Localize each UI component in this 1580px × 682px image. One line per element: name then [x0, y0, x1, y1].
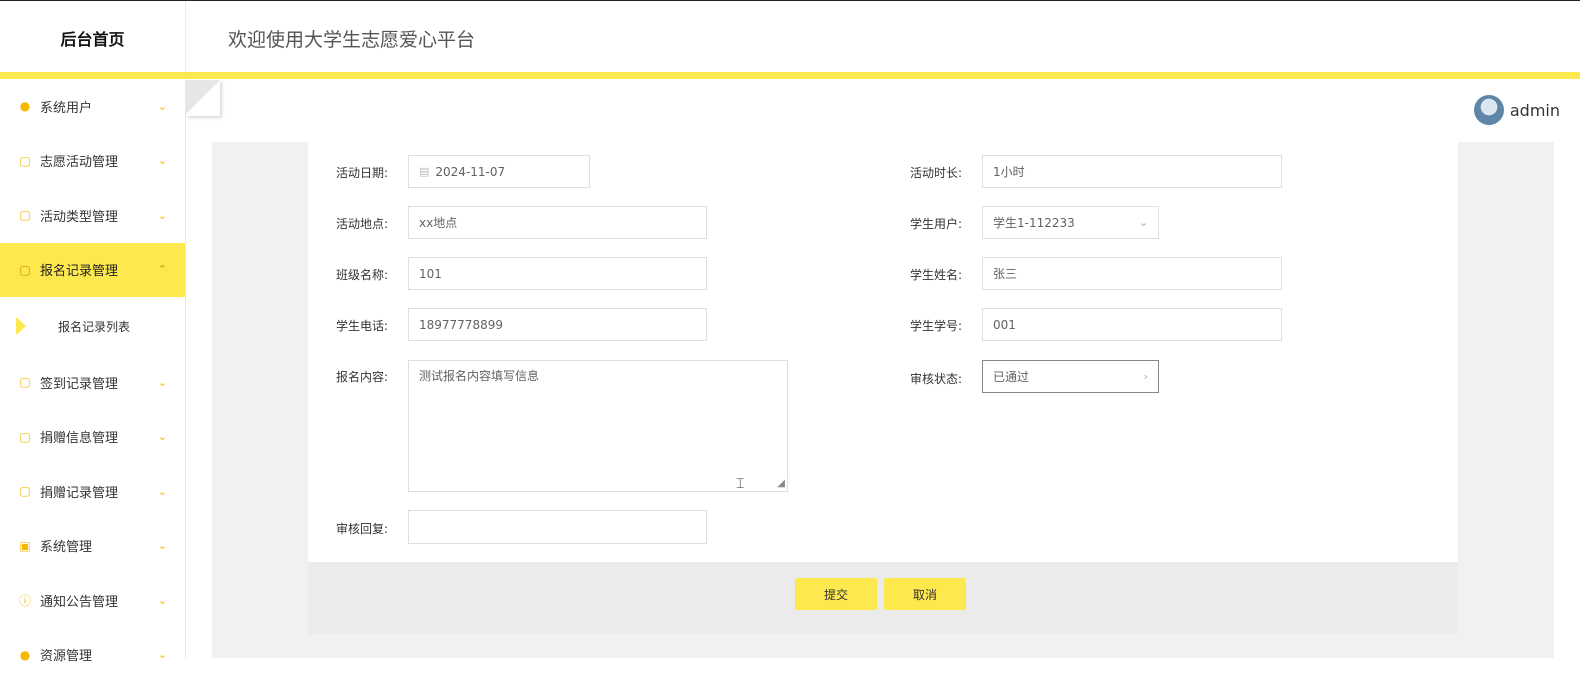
accent-bar	[0, 72, 1580, 79]
chevron-down-icon: ⌄	[158, 485, 167, 498]
user-icon: ●	[18, 648, 32, 662]
doc-icon: ▢	[18, 430, 32, 444]
review-status-dropdown	[982, 402, 1158, 416]
top-bar: 后台首页 欢迎使用大学生志愿爱心平台	[0, 0, 1580, 74]
sidebar-item-label: 报名记录管理	[40, 260, 118, 279]
doc-icon: ▢	[18, 154, 32, 168]
doc-icon: ▢	[18, 484, 32, 498]
sidebar-subitem-label: 报名记录列表	[58, 318, 130, 335]
sidebar-item-label: 资源管理	[40, 645, 92, 664]
student-user-select[interactable]: 学生1-112233 ⌄	[982, 206, 1159, 239]
sidebar-item-donation-info[interactable]: ▢ 捐赠信息管理 ⌄	[0, 410, 185, 465]
chevron-down-icon: ⌄	[158, 209, 167, 222]
review-status-value: 已通过	[993, 368, 1029, 385]
chevron-right-icon: ›	[1144, 370, 1148, 383]
student-phone-label: 学生电话:	[336, 317, 388, 334]
signup-content-value: 测试报名内容填写信息	[419, 369, 539, 383]
activity-duration-value: 1小时	[993, 163, 1025, 180]
sidebar-item-activity-type[interactable]: ▢ 活动类型管理 ⌄	[0, 188, 185, 243]
cancel-button[interactable]: 取消	[884, 578, 966, 610]
sidebar-item-label: 系统用户	[40, 97, 92, 116]
text-cursor-icon: ⌶	[736, 476, 744, 492]
sidebar-item-label: 通知公告管理	[40, 591, 118, 610]
chevron-down-icon: ⌄	[158, 648, 167, 661]
signup-content-label: 报名内容:	[336, 368, 388, 385]
doc-icon: ▢	[18, 375, 32, 389]
chevron-down-icon: ⌄	[158, 430, 167, 443]
doc-icon: ▢	[18, 263, 32, 277]
chevron-down-icon: ⌄	[158, 594, 167, 607]
student-name-input[interactable]: 张三	[982, 257, 1282, 290]
chevron-down-icon: ⌄	[158, 539, 167, 552]
username: admin	[1510, 101, 1560, 120]
sidebar-item-donation-records[interactable]: ▢ 捐赠记录管理 ⌄	[0, 464, 185, 519]
activity-location-label: 活动地点:	[336, 215, 388, 232]
resize-handle-icon[interactable]: ◢	[777, 478, 785, 489]
student-id-value: 001	[993, 318, 1016, 332]
activity-date-value: 2024-11-07	[435, 165, 505, 179]
sidebar-item-signup-records[interactable]: ▢ 报名记录管理 ⌃	[0, 243, 185, 298]
chevron-down-icon: ⌄	[158, 376, 167, 389]
review-status-label: 审核状态:	[910, 370, 962, 387]
student-phone-value: 18977778899	[419, 318, 503, 332]
student-name-label: 学生姓名:	[910, 266, 962, 283]
sidebar-item-label: 捐赠记录管理	[40, 482, 118, 501]
review-reply-input[interactable]	[408, 510, 707, 544]
user-icon: ●	[18, 99, 32, 113]
activity-date-input[interactable]: ▤ 2024-11-07	[408, 155, 590, 188]
submit-button[interactable]: 提交	[795, 578, 877, 610]
chevron-down-icon: ⌄	[158, 100, 167, 113]
student-name-value: 张三	[993, 265, 1017, 282]
image-icon: ▣	[18, 539, 32, 553]
user-menu[interactable]: admin	[1474, 95, 1560, 125]
sidebar-item-resources[interactable]: ● 资源管理 ⌄	[0, 628, 185, 682]
form-actions: 提交 取消	[308, 562, 1458, 634]
info-icon: ⓘ	[18, 593, 32, 607]
doc-icon: ▢	[18, 208, 32, 222]
avatar	[1474, 95, 1504, 125]
chevron-down-icon: ⌄	[158, 154, 167, 167]
sidebar: ● 系统用户 ⌄ ▢ 志愿活动管理 ⌄ ▢ 活动类型管理 ⌄ ▢ 报名记录管理 …	[0, 79, 186, 658]
activity-date-label: 活动日期:	[336, 164, 388, 181]
class-name-label: 班级名称:	[336, 266, 388, 283]
sidebar-collapse-button[interactable]	[186, 80, 220, 116]
calendar-icon: ▤	[419, 165, 429, 178]
activity-location-input[interactable]: xx地点	[408, 206, 707, 239]
student-id-input[interactable]: 001	[982, 308, 1282, 341]
student-phone-input[interactable]: 18977778899	[408, 308, 707, 341]
signup-record-form: 活动日期: ▤ 2024-11-07 活动时长: 1小时 活动地点: xx地点 …	[308, 142, 1458, 562]
class-name-value: 101	[419, 267, 442, 281]
activity-duration-input[interactable]: 1小时	[982, 155, 1282, 188]
class-name-input[interactable]: 101	[408, 257, 707, 290]
home-link[interactable]: 后台首页	[0, 1, 186, 75]
activity-duration-label: 活动时长:	[910, 164, 962, 181]
sidebar-item-checkin-records[interactable]: ▢ 签到记录管理 ⌄	[0, 355, 185, 410]
sidebar-item-label: 活动类型管理	[40, 206, 118, 225]
sidebar-item-label: 捐赠信息管理	[40, 427, 118, 446]
fold-icon	[186, 80, 220, 114]
sidebar-item-label: 志愿活动管理	[40, 151, 118, 170]
sidebar-item-label: 签到记录管理	[40, 373, 118, 392]
sidebar-item-volunteer-activity[interactable]: ▢ 志愿活动管理 ⌄	[0, 134, 185, 189]
active-indicator-icon	[16, 317, 26, 335]
content-area: 活动日期: ▤ 2024-11-07 活动时长: 1小时 活动地点: xx地点 …	[212, 142, 1554, 658]
sidebar-item-system-users[interactable]: ● 系统用户 ⌄	[0, 79, 185, 134]
student-user-value: 学生1-112233	[993, 214, 1075, 231]
student-user-label: 学生用户:	[910, 215, 962, 232]
activity-location-value: xx地点	[419, 214, 457, 231]
review-status-select[interactable]: 已通过 ›	[982, 360, 1159, 393]
signup-content-textarea[interactable]: 测试报名内容填写信息 ◢	[408, 360, 788, 492]
sidebar-item-label: 系统管理	[40, 536, 92, 555]
page-title: 欢迎使用大学生志愿爱心平台	[228, 25, 475, 52]
student-id-label: 学生学号:	[910, 317, 962, 334]
sidebar-item-notices[interactable]: ⓘ 通知公告管理 ⌄	[0, 573, 185, 628]
chevron-up-icon: ⌃	[158, 263, 167, 276]
review-reply-label: 审核回复:	[336, 520, 388, 537]
sidebar-subitem-signup-list[interactable]: 报名记录列表	[0, 297, 185, 355]
sidebar-item-system-management[interactable]: ▣ 系统管理 ⌄	[0, 519, 185, 574]
chevron-down-icon: ⌄	[1139, 216, 1148, 229]
